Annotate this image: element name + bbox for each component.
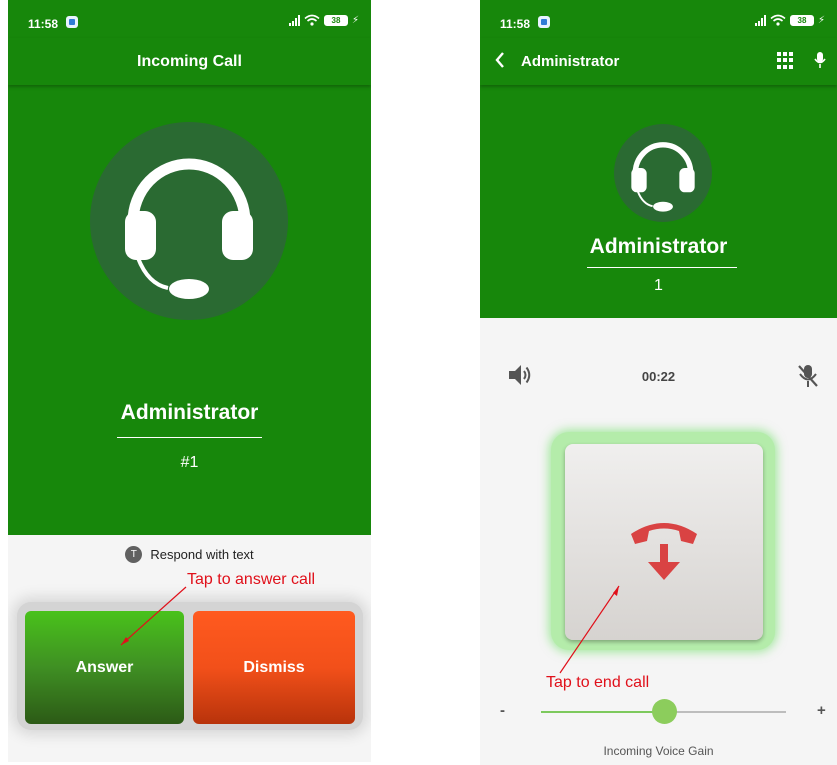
keypad-icon[interactable] — [777, 52, 794, 69]
slider-fill — [541, 711, 664, 713]
headset-icon — [125, 158, 253, 299]
battery-icon: 38 — [323, 14, 348, 26]
charging-icon: ⚡ — [817, 14, 825, 26]
respond-label: Respond with text — [150, 547, 254, 563]
app-notification-icon — [538, 16, 550, 28]
active-call-screen: 11:58 38 ⚡ Administrator Administrator 1… — [480, 0, 837, 765]
caller-avatar — [90, 122, 288, 320]
call-action-tray: Answer Dismiss — [17, 602, 363, 730]
gain-decrease-button[interactable]: - — [500, 702, 505, 719]
app-bar: Administrator — [480, 38, 837, 85]
wifi-icon — [770, 14, 786, 26]
headset-icon — [631, 142, 695, 212]
caller-avatar — [614, 124, 712, 222]
battery-level: 38 — [331, 15, 341, 25]
app-notification-icon — [66, 16, 78, 28]
app-bar: Incoming Call — [8, 38, 371, 85]
battery-level: 38 — [797, 15, 807, 25]
end-call-button[interactable] — [565, 444, 763, 640]
hang-up-icon — [631, 523, 697, 580]
dismiss-button[interactable]: Dismiss — [193, 611, 355, 724]
end-call-annotation: Tap to end call — [546, 674, 650, 691]
back-icon[interactable] — [494, 51, 506, 73]
caller-name: Administrator — [120, 401, 259, 424]
status-time: 11:58 — [500, 17, 531, 31]
text-message-icon: T — [125, 546, 143, 564]
voice-gain-label: Incoming Voice Gain — [603, 744, 714, 758]
incoming-call-screen: 11:58 38 ⚡ Incoming Call Administrator #… — [8, 0, 371, 762]
microphone-muted-icon[interactable] — [796, 363, 820, 389]
caller-name: Administrator — [589, 235, 728, 258]
signal-icon — [754, 14, 766, 26]
answer-button[interactable]: Answer — [25, 611, 184, 724]
call-timer: 00:22 — [641, 369, 676, 384]
caller-number: #1 — [180, 454, 199, 471]
signal-icon — [288, 14, 300, 26]
wifi-icon — [304, 14, 320, 26]
gain-increase-button[interactable]: + — [817, 702, 826, 719]
answer-annotation: Tap to answer call — [187, 571, 316, 588]
divider — [587, 267, 737, 268]
page-title: Incoming Call — [137, 53, 242, 70]
caller-panel: Administrator 1 — [480, 85, 837, 318]
caller-panel: Administrator #1 — [8, 85, 371, 535]
divider — [117, 437, 262, 438]
status-time: 11:58 — [28, 17, 59, 31]
battery-icon: 38 — [789, 14, 814, 26]
caller-number: 1 — [654, 277, 663, 294]
page-title: Administrator — [521, 53, 620, 70]
respond-with-text-button[interactable]: T Respond with text — [8, 546, 371, 564]
status-bar: 11:58 38 ⚡ — [480, 0, 837, 38]
status-bar: 11:58 38 ⚡ — [8, 0, 371, 38]
end-call-frame — [551, 432, 775, 650]
voice-gain-slider[interactable] — [541, 699, 786, 724]
charging-icon: ⚡ — [351, 14, 359, 26]
slider-thumb[interactable] — [651, 699, 677, 724]
microphone-icon[interactable] — [814, 51, 826, 69]
